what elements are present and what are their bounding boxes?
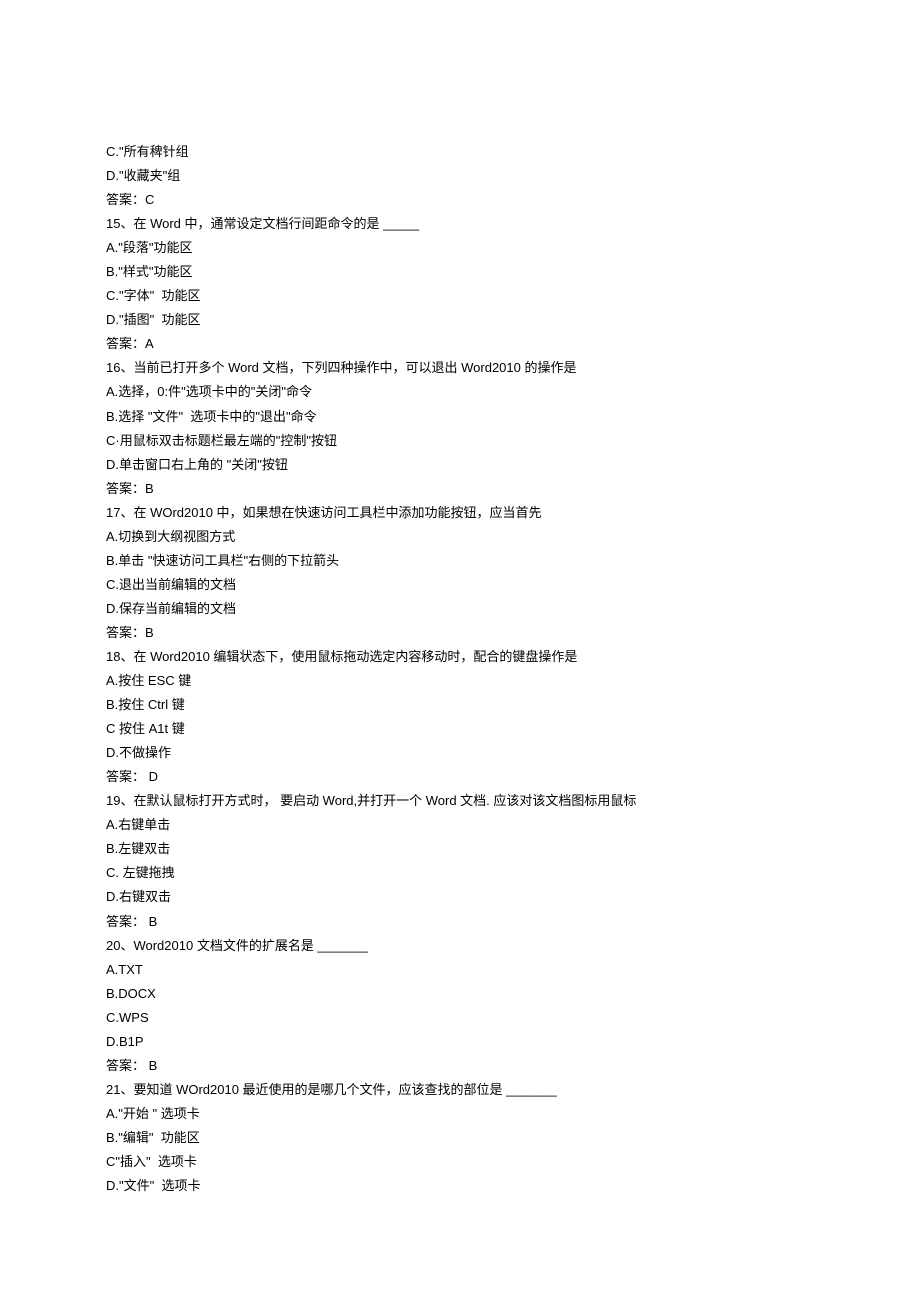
question-line: 15、在 Word 中，通常设定文档行间距命令的是 _____	[106, 212, 814, 236]
option-line: C.退出当前编辑的文档	[106, 573, 814, 597]
option-line: A.TXT	[106, 958, 814, 982]
text-line: C."所有稗针组	[106, 140, 814, 164]
question-line: 18、在 Word2010 编辑状态下，使用鼠标拖动选定内容移动时，配合的键盘操…	[106, 645, 814, 669]
option-line: D."文件" 选项卡	[106, 1174, 814, 1198]
answer-line: 答案：C	[106, 188, 814, 212]
question-line: 19、在默认鼠标打开方式时， 要启动 Word,并打开一个 Word 文档. 应…	[106, 789, 814, 813]
option-line: A.选择，0:件"选项卡中的"关闭"命令	[106, 380, 814, 404]
answer-line: 答案： B	[106, 1054, 814, 1078]
option-line: C."字体" 功能区	[106, 284, 814, 308]
option-line: D."插图" 功能区	[106, 308, 814, 332]
option-line: A.右键单击	[106, 813, 814, 837]
option-line: C. 左键拖拽	[106, 861, 814, 885]
option-line: B."样式"功能区	[106, 260, 814, 284]
answer-line: 答案： B	[106, 910, 814, 934]
question-line: 21、要知道 WOrd2010 最近使用的是哪几个文件，应该查找的部位是 ___…	[106, 1078, 814, 1102]
option-line: B.按住 Ctrl 键	[106, 693, 814, 717]
option-line: D.不做操作	[106, 741, 814, 765]
answer-line: 答案：B	[106, 621, 814, 645]
answer-line: 答案： D	[106, 765, 814, 789]
answer-line: 答案：B	[106, 477, 814, 501]
question-line: 16、当前已打开多个 Word 文档，下列四种操作中，可以退出 Word2010…	[106, 356, 814, 380]
option-line: C 按住 A1t 键	[106, 717, 814, 741]
text-line: D."收藏夹"组	[106, 164, 814, 188]
option-line: B."编辑" 功能区	[106, 1126, 814, 1150]
question-line: 17、在 WOrd2010 中，如果想在快速访问工具栏中添加功能按钮，应当首先	[106, 501, 814, 525]
option-line: D.B1P	[106, 1030, 814, 1054]
option-line: A.按住 ESC 键	[106, 669, 814, 693]
option-line: C.WPS	[106, 1006, 814, 1030]
option-line: A."段落"功能区	[106, 236, 814, 260]
answer-line: 答案：A	[106, 332, 814, 356]
option-line: B.单击 "快速访问工具栏"右侧的下拉箭头	[106, 549, 814, 573]
option-line: B.DOCX	[106, 982, 814, 1006]
option-line: B.左键双击	[106, 837, 814, 861]
question-line: 20、Word2010 文档文件的扩展名是 _______	[106, 934, 814, 958]
option-line: C"插入" 选项卡	[106, 1150, 814, 1174]
option-line: C·用鼠标双击标题栏最左端的"控制"按钮	[106, 429, 814, 453]
option-line: A.切换到大纲视图方式	[106, 525, 814, 549]
option-line: A."开始 " 选项卡	[106, 1102, 814, 1126]
document-page: C."所有稗针组 D."收藏夹"组 答案：C 15、在 Word 中，通常设定文…	[0, 0, 920, 1301]
option-line: D.右键双击	[106, 885, 814, 909]
option-line: D.保存当前编辑的文档	[106, 597, 814, 621]
option-line: B.选择 "文件" 选项卡中的"退出"命令	[106, 405, 814, 429]
option-line: D.单击窗口右上角的 "关闭"按钮	[106, 453, 814, 477]
